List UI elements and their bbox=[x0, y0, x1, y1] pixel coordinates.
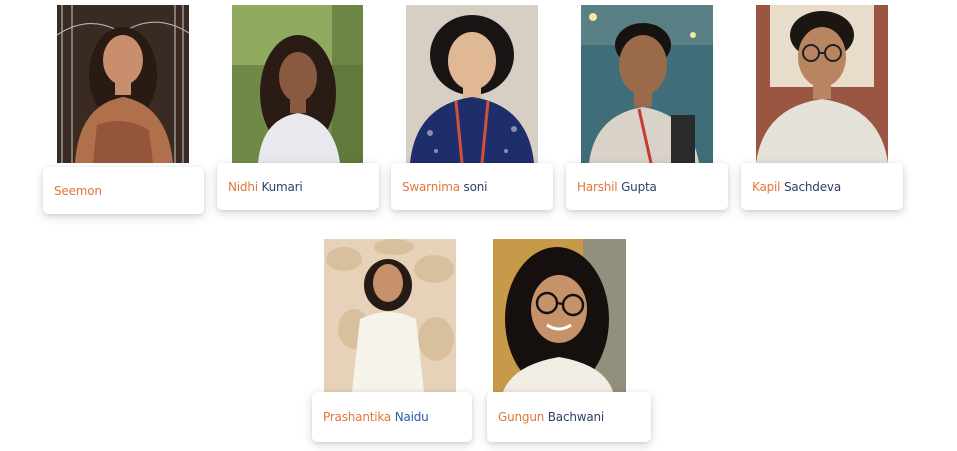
member-photo bbox=[581, 5, 713, 163]
member-last-name: Bachwani bbox=[547, 410, 605, 424]
member-photo bbox=[232, 5, 363, 163]
member-photo bbox=[756, 5, 888, 163]
member-name-card: Seemon bbox=[43, 167, 204, 214]
member-first-name: Harshil bbox=[577, 179, 618, 194]
member-photo bbox=[57, 5, 189, 163]
member-name-card: Prashantika Naidu bbox=[312, 392, 472, 442]
member-photo bbox=[406, 5, 538, 163]
team-section: Seemon Nidhi Kumari Swarnima soni Harshi… bbox=[0, 0, 957, 451]
member-name-card: Gungun Bachwani bbox=[487, 392, 651, 442]
member-first-name: Seemon bbox=[54, 183, 102, 198]
member-last-name: Kumari bbox=[261, 179, 303, 194]
member-first-name: Gungun bbox=[498, 410, 545, 424]
member-last-name: Naidu bbox=[394, 410, 429, 424]
member-first-name: Prashantika bbox=[323, 410, 392, 424]
member-last-name: soni bbox=[463, 179, 488, 194]
member-first-name: Kapil bbox=[752, 179, 781, 194]
member-last-name: Sachdeva bbox=[783, 179, 841, 194]
member-name-card: Kapil Sachdeva bbox=[741, 163, 903, 210]
member-name-card: Harshil Gupta bbox=[566, 163, 728, 210]
member-name-card: Nidhi Kumari bbox=[217, 163, 379, 210]
member-first-name: Nidhi bbox=[228, 179, 258, 194]
member-photo bbox=[493, 239, 626, 392]
member-name-card: Swarnima soni bbox=[391, 163, 553, 210]
member-photo bbox=[324, 239, 456, 392]
member-first-name: Swarnima bbox=[402, 179, 460, 194]
member-last-name: Gupta bbox=[621, 179, 657, 194]
